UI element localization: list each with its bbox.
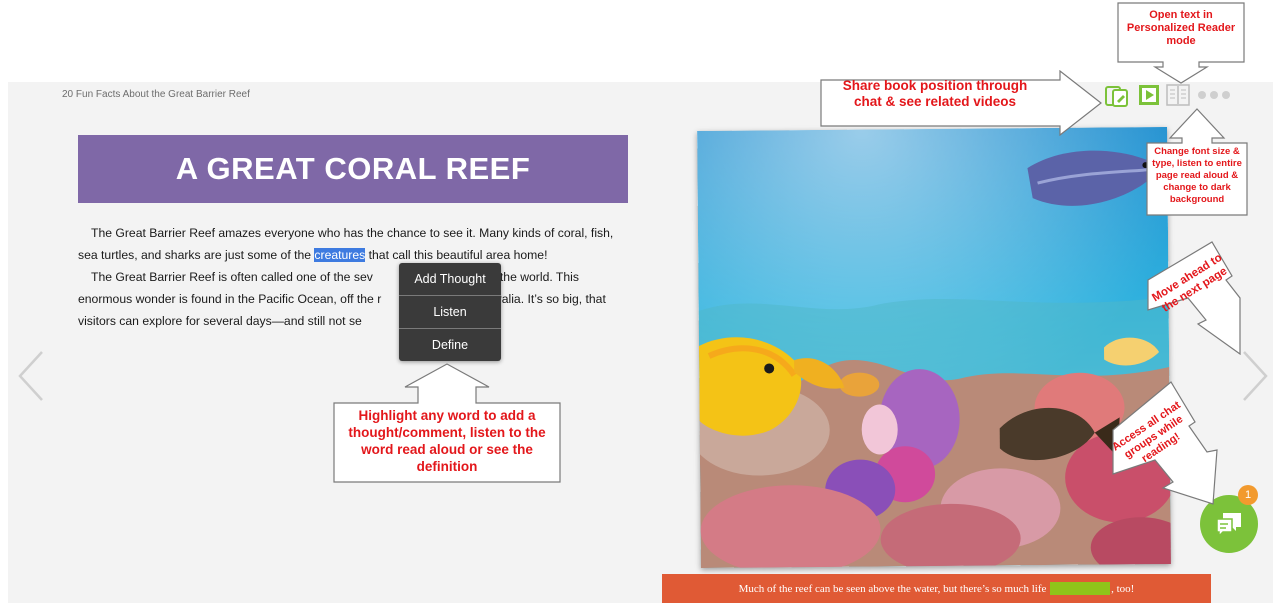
word-context-menu: Add Thought Listen Define [399, 263, 501, 361]
chapter-heading-text: A GREAT CORAL REEF [175, 151, 531, 186]
highlight-annotation: Highlight any word to add a thought/comm… [348, 408, 546, 474]
add-thought-button[interactable]: Add Thought [399, 263, 501, 296]
more-options-icon[interactable] [1196, 86, 1234, 104]
caption-highlight-box [1050, 582, 1111, 595]
book-title: 20 Fun Facts About the Great Barrier Ree… [62, 89, 250, 100]
prev-page-icon[interactable] [16, 350, 46, 402]
reef-photo [697, 126, 1171, 569]
define-button[interactable]: Define [399, 329, 501, 361]
highlighted-word[interactable]: creatures [314, 248, 366, 262]
paragraph-1[interactable]: The Great Barrier Reef amazes everyone w… [78, 222, 628, 266]
share-annotation: Share book position through chat & see r… [842, 78, 1028, 109]
paragraph-2[interactable]: The Great Barrier Reef is often called o… [78, 266, 628, 332]
page-text[interactable]: The Great Barrier Reef amazes everyone w… [78, 222, 628, 332]
open-text-annotation: Open text in Personalized Reader mode [1126, 9, 1236, 47]
chat-badge: 1 [1238, 485, 1258, 505]
font-size-annotation: Change font size & type, listen to entir… [1152, 146, 1242, 205]
chat-icon [1216, 513, 1241, 538]
page-caption: Much of the reef can be seen above the w… [662, 574, 1211, 603]
reader-mode-icon[interactable] [1166, 84, 1190, 106]
related-videos-icon[interactable] [1138, 84, 1160, 106]
listen-button[interactable]: Listen [399, 296, 501, 329]
next-page-icon[interactable] [1240, 350, 1270, 402]
share-position-icon[interactable] [1104, 84, 1130, 108]
chapter-heading: A GREAT CORAL REEF [78, 135, 628, 203]
